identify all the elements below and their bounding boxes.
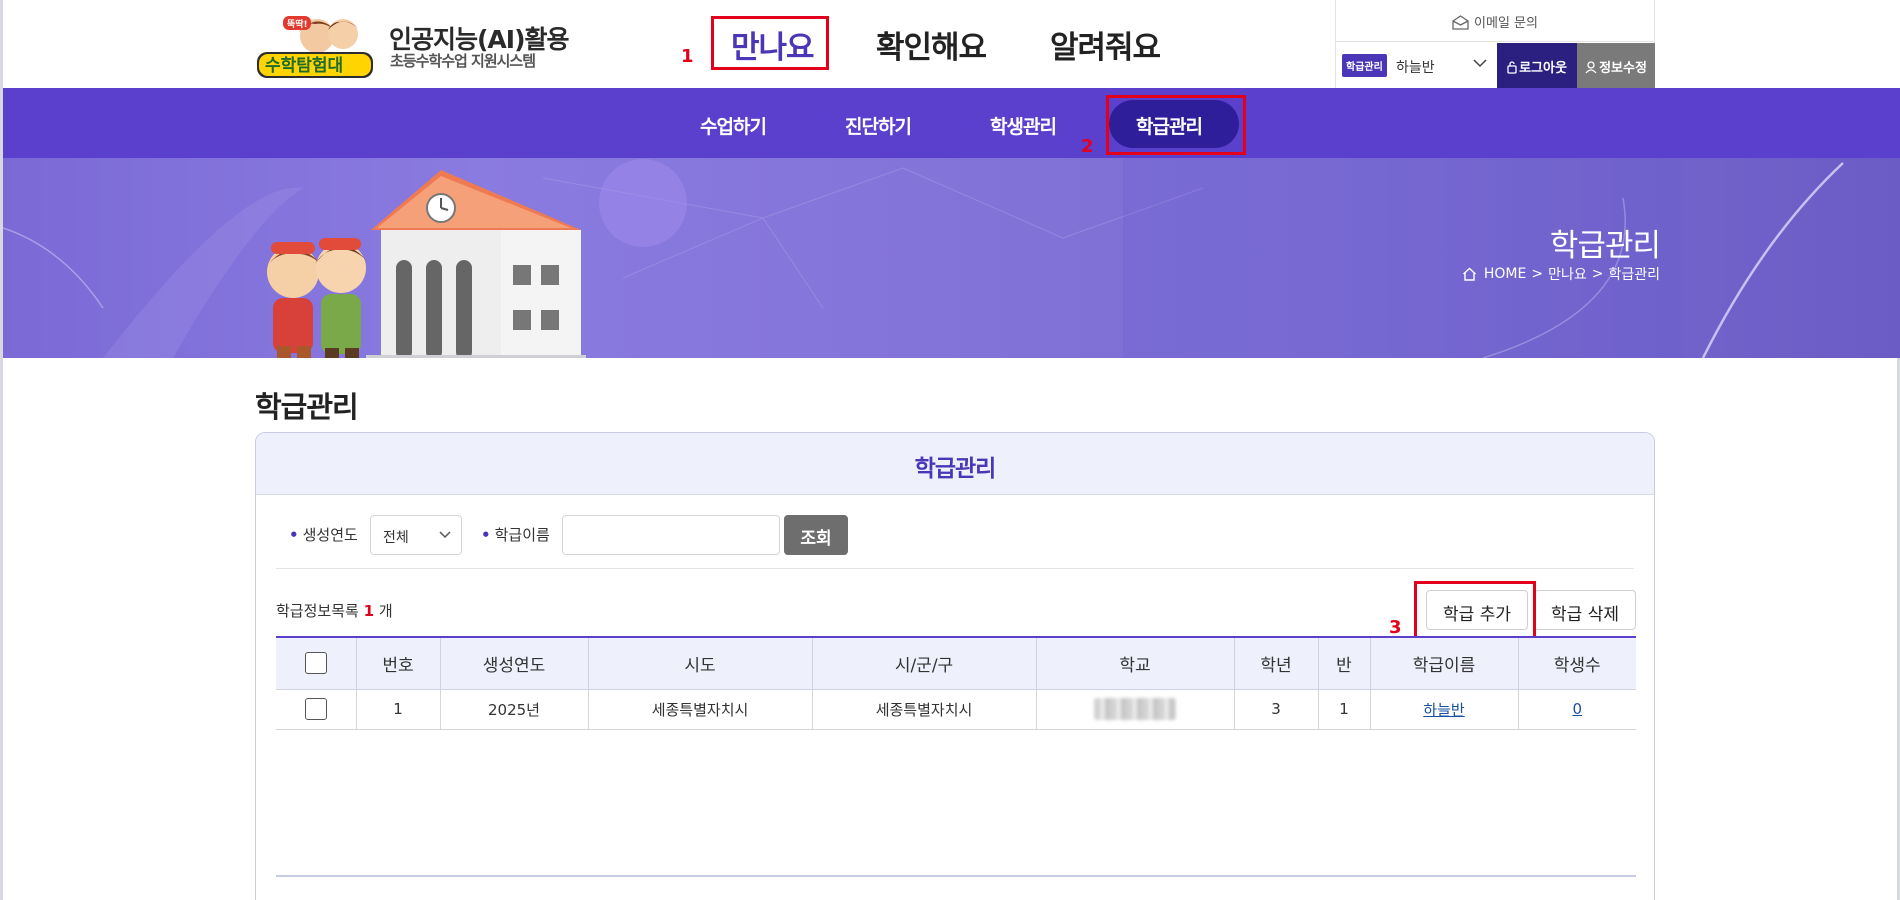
- year-filter-label: • 생성연도: [289, 526, 358, 544]
- subnav-item-diagnosis[interactable]: 진단하기: [845, 112, 912, 139]
- email-inquiry-label: 이메일 문의: [1474, 16, 1538, 31]
- subnav-item-class[interactable]: 수업하기: [700, 112, 767, 139]
- breadcrumb-separator: >: [1591, 266, 1604, 282]
- class-name-input[interactable]: [562, 515, 780, 555]
- mascot-characters-illustration: [265, 238, 368, 358]
- gnb-check[interactable]: 확인해요: [876, 22, 987, 67]
- row-number: 1: [356, 689, 441, 730]
- annotation-number-1: 1: [681, 46, 694, 67]
- annotation-box-2: [1106, 95, 1246, 155]
- panel-title: 학급관리: [256, 433, 1654, 495]
- banner-title: 학급관리: [1549, 228, 1661, 264]
- list-count-prefix: 학급정보목록: [276, 602, 359, 620]
- year-filter-label-text: 생성연도: [302, 526, 358, 544]
- gnb-inform[interactable]: 알려줘요: [1050, 22, 1161, 67]
- column-header: 번호: [356, 636, 441, 690]
- svg-text:뚝딱!: 뚝딱!: [287, 18, 308, 30]
- home-icon: [1462, 267, 1476, 281]
- class-name-filter-label: • 학급이름: [481, 526, 550, 544]
- page-banner: 학급관리 HOME > 만나요 > 학급관리: [3, 158, 1900, 358]
- logout-label: 로그아웃: [1519, 61, 1567, 76]
- year-select[interactable]: 전체: [370, 515, 462, 555]
- row-students-cell: 0: [1518, 689, 1636, 730]
- year-select-value: 전체: [383, 530, 409, 546]
- filter-divider: [276, 568, 1634, 569]
- school-name-redacted: [1094, 698, 1176, 720]
- row-class-name-cell: 하늘반: [1370, 689, 1519, 730]
- row-school: [1036, 689, 1235, 730]
- class-table: 번호 생성연도 시도 시/군/구 학교 학년 반 학급이름 학생수 1 2025…: [276, 636, 1636, 730]
- row-select-cell: [276, 689, 357, 730]
- mail-icon: [1452, 15, 1469, 30]
- site-subtitle: 초등수학수업 지원시스템: [390, 52, 536, 70]
- column-header: 생성연도: [440, 636, 589, 690]
- chevron-down-icon: [439, 531, 451, 539]
- class-selector-value: 하늘반: [1396, 60, 1435, 76]
- column-header: 학교: [1036, 636, 1235, 690]
- row-grade: 3: [1234, 689, 1319, 730]
- logout-button[interactable]: 로그아웃: [1497, 43, 1577, 88]
- list-count-number: 1: [363, 602, 375, 620]
- column-header: 학급이름: [1370, 636, 1519, 690]
- table-row: 1 2025년 세종특별자치시 세종특별자치시 3 1 하늘반 0: [276, 689, 1636, 730]
- class-selector[interactable]: 학급관리 하늘반: [1336, 43, 1496, 88]
- annotation-number-3: 3: [1389, 617, 1402, 638]
- select-all-checkbox[interactable]: [304, 652, 327, 675]
- column-header: 시/군/구: [812, 636, 1037, 690]
- annotation-box-3: [1414, 581, 1536, 639]
- class-tag-badge: 학급관리: [1342, 54, 1387, 77]
- column-header: 반: [1318, 636, 1371, 690]
- class-name-link[interactable]: 하늘반: [1423, 701, 1464, 719]
- row-province: 세종특별자치시: [588, 689, 813, 730]
- breadcrumb-home[interactable]: HOME: [1484, 266, 1526, 282]
- top-header: 뚝딱! 수학탐험대 인공지능(AI)활용 초등수학수업 지원시스템 만나요 확인…: [3, 0, 1900, 88]
- table-bottom-border: [276, 875, 1636, 877]
- select-all-header: [276, 636, 357, 690]
- email-inquiry-link[interactable]: 이메일 문의: [1336, 0, 1654, 42]
- edit-profile-label: 정보수정: [1599, 61, 1647, 76]
- breadcrumb-current: 학급관리: [1608, 267, 1660, 283]
- user-icon: [1585, 61, 1597, 74]
- breadcrumb-meet[interactable]: 만나요: [1548, 264, 1587, 284]
- column-header: 학생수: [1518, 636, 1636, 690]
- edit-profile-button[interactable]: 정보수정: [1577, 43, 1655, 88]
- search-button[interactable]: 조회: [784, 515, 848, 555]
- svg-text:수학탐험대: 수학탐험대: [265, 55, 343, 76]
- breadcrumb-separator: >: [1531, 266, 1544, 282]
- student-count-link[interactable]: 0: [1572, 700, 1582, 718]
- page: 뚝딱! 수학탐험대 인공지능(AI)활용 초등수학수업 지원시스템 만나요 확인…: [0, 0, 1900, 900]
- column-header: 학년: [1234, 636, 1319, 690]
- class-management-panel: 학급관리 • 생성연도 전체 • 학급이름 조회 학급정보목록 1 개 학급 추가 …: [255, 432, 1655, 900]
- row-class: 1: [1318, 689, 1371, 730]
- class-name-filter-label-text: 학급이름: [494, 526, 550, 544]
- lock-icon: [1507, 61, 1517, 74]
- breadcrumb: HOME > 만나요 > 학급관리: [1462, 264, 1660, 284]
- subnav-item-students[interactable]: 학생관리: [990, 112, 1057, 139]
- chevron-down-icon: [1473, 59, 1487, 68]
- delete-class-button[interactable]: 학급 삭제: [1534, 590, 1636, 630]
- row-city: 세종특별자치시: [812, 689, 1037, 730]
- list-count-suffix: 개: [378, 602, 393, 620]
- sub-navigation: 수업하기 진단하기 학생관리 학급관리 2: [3, 88, 1900, 158]
- list-count: 학급정보목록 1 개: [276, 600, 393, 621]
- annotation-box-1: [711, 16, 829, 70]
- logo-mascot-icon[interactable]: 뚝딱! 수학탐험대: [255, 10, 375, 82]
- row-year: 2025년: [440, 689, 589, 730]
- row-checkbox[interactable]: [304, 698, 327, 720]
- column-header: 시도: [588, 636, 813, 690]
- utility-area: 이메일 문의 학급관리 하늘반 로그아웃 정보수정: [1335, 0, 1655, 88]
- page-title: 학급관리: [255, 390, 359, 424]
- table-header-row: 번호 생성연도 시도 시/군/구 학교 학년 반 학급이름 학생수: [276, 636, 1636, 690]
- annotation-number-2: 2: [1081, 136, 1094, 157]
